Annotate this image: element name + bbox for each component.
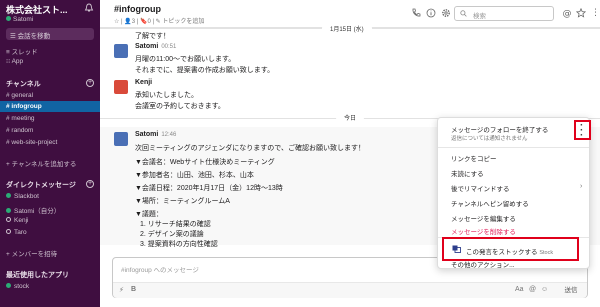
emoji-icon[interactable]: ☺	[541, 286, 548, 293]
avatar[interactable]	[114, 80, 128, 94]
message-text: 2. デザイン案の議論	[140, 231, 204, 238]
author-name: Satomi	[135, 43, 159, 50]
sidebar-item-random[interactable]: # random	[6, 127, 33, 134]
star-icon[interactable]	[576, 8, 586, 18]
send-button[interactable]: 送信	[557, 285, 585, 297]
mention-icon[interactable]: @	[562, 8, 572, 18]
sidebar-item-kenji[interactable]: Kenji	[6, 217, 28, 224]
date-label-jan15[interactable]: 1月15日 (水)	[322, 23, 372, 34]
threads-label: スレッド	[11, 49, 38, 56]
message-text: 会議室の予約しておきます。	[135, 103, 225, 110]
message-text: ▼参加者名：山田、池田、杉本、山本	[135, 172, 254, 179]
sidebar-item-taro[interactable]: Taro	[6, 229, 27, 236]
dm-label: Satomi（自分）	[14, 208, 61, 215]
apps-label: App	[11, 58, 24, 65]
message-time[interactable]: 12:46	[161, 132, 176, 138]
menu-item-unfollow[interactable]: メッセージのフォローを終了する	[451, 124, 548, 134]
channel-title[interactable]: #infogroup	[114, 4, 161, 14]
apps-item[interactable]: ⁝⁝ App	[6, 57, 23, 65]
sidebar-item-slackbot[interactable]: Slackbot	[6, 193, 39, 200]
avatar[interactable]	[114, 132, 128, 146]
sidebar-item-general[interactable]: # general	[6, 92, 33, 99]
message-text: 了解です！	[135, 33, 170, 40]
message-text: 次回ミーティングのアジェンダになりますので、ご確認お願い致します！	[135, 145, 366, 152]
gear-icon[interactable]	[441, 8, 451, 18]
message-time[interactable]: 00:51	[161, 44, 176, 50]
info-icon[interactable]	[426, 8, 436, 18]
svg-text:@: @	[563, 9, 572, 18]
message-author[interactable]: Satomi 12:46	[135, 131, 176, 138]
menu-item-delete[interactable]: メッセージを削除する	[451, 226, 516, 236]
app-label: stock	[14, 283, 30, 290]
search-placeholder: 検索	[473, 13, 486, 20]
phone-icon[interactable]	[411, 8, 421, 18]
sidebar-item-stock[interactable]: stock	[6, 283, 29, 290]
search-icon	[460, 10, 467, 17]
threads-item[interactable]: ≡ スレッド	[6, 46, 38, 56]
message-text: 承知いたしました。	[135, 92, 198, 99]
message-text: 3. 提案資料の方向性確認	[140, 241, 218, 248]
add-dm-icon[interactable]: +	[86, 180, 94, 188]
menu-item-pin[interactable]: チャンネルへピン留めする	[451, 198, 529, 208]
dm-header[interactable]: ダイレクトメッセージ	[6, 180, 76, 190]
jump-to-label: 会話を移動	[17, 33, 51, 40]
offline-icon	[6, 217, 11, 222]
current-user: Satomi	[6, 16, 33, 23]
sidebar-item-web-site-project[interactable]: # web-site-project	[6, 139, 57, 146]
lightning-icon[interactable]: ⚡	[119, 286, 124, 294]
online-icon	[6, 283, 11, 288]
menu-item-copy-link[interactable]: リンクをコピー	[451, 153, 497, 163]
message-text: ▼議題：	[135, 211, 163, 218]
message-author[interactable]: Kenji	[135, 79, 152, 86]
online-status-icon	[6, 16, 11, 21]
more-vertical-icon[interactable]: ⋮	[591, 7, 600, 17]
add-channel-link[interactable]: + チャンネルを追加する	[6, 158, 76, 168]
bold-icon[interactable]: B	[131, 286, 136, 293]
message-text: ▼会議名：Webサイト仕様決めミーティング	[135, 159, 275, 166]
chevron-right-icon: ›	[580, 183, 583, 190]
message-author[interactable]: Satomi 00:51	[135, 43, 176, 50]
menu-item-edit[interactable]: メッセージを編集する	[451, 213, 516, 223]
online-icon	[6, 208, 11, 213]
composer-toolbar: ⚡ B Aa @ ☺ 送信	[113, 282, 587, 298]
menu-item-remind[interactable]: 後でリマインドする	[451, 183, 510, 193]
search-input[interactable]: 検索	[454, 6, 554, 21]
menu-item-unfollow-hint: 返信については通知されません	[451, 136, 528, 142]
text-format-icon[interactable]: Aa	[515, 286, 524, 293]
message-text: ▼会議日程：2020年1月17日（金）12時〜13時	[135, 185, 283, 192]
date-label-today[interactable]: 今日	[336, 112, 365, 123]
sidebar-item-infogroup[interactable]: # infogroup	[6, 103, 42, 110]
online-icon	[6, 193, 11, 198]
avatar[interactable]	[114, 44, 128, 58]
dm-label: Slackbot	[14, 193, 39, 200]
author-name: Satomi	[135, 131, 159, 138]
dm-label: Kenji	[14, 217, 29, 224]
sidebar-item-satomi[interactable]: Satomi（自分）	[6, 205, 60, 215]
offline-icon	[6, 229, 11, 234]
menu-divider	[438, 147, 589, 148]
recent-apps-header: 最近使用したアプリ	[6, 272, 69, 279]
menu-item-mark-unread[interactable]: 未読にする	[451, 168, 484, 178]
add-channel-icon[interactable]: +	[86, 79, 94, 87]
more-actions-icon[interactable]: · · ·	[580, 121, 583, 141]
current-user-name: Satomi	[13, 16, 34, 23]
mention-icon[interactable]: @	[529, 286, 536, 293]
highlight-box-stock	[442, 237, 579, 261]
invite-members-link[interactable]: + メンバーを招待	[6, 248, 57, 258]
composer-placeholder: #infogroup へのメッセージ	[121, 267, 199, 274]
message-text: それまでに、提案書の作成お願い致します。	[135, 67, 275, 74]
message-text: 1. リサーチ結果の確認	[140, 221, 211, 228]
message-text: 月曜の11:00〜でお願いします。	[135, 56, 236, 63]
workspace-name[interactable]: 株式会社スト...	[6, 3, 68, 16]
bell-icon[interactable]	[84, 3, 94, 13]
sidebar: 株式会社スト... Satomi ☰ 会話を移動 ≡ スレッド ⁝⁝ App チ…	[0, 0, 100, 307]
dm-label: Taro	[14, 229, 27, 236]
channel-meta[interactable]: ☆ | 👤3 | 🔖0 | ✎ トピックを追加	[114, 16, 204, 25]
sidebar-item-meeting[interactable]: # meeting	[6, 115, 35, 122]
channels-header[interactable]: チャンネル	[6, 79, 41, 89]
jump-to-button[interactable]: ☰ 会話を移動	[6, 28, 94, 40]
message-text: ▼場所：ミーティングルームA	[135, 198, 230, 205]
